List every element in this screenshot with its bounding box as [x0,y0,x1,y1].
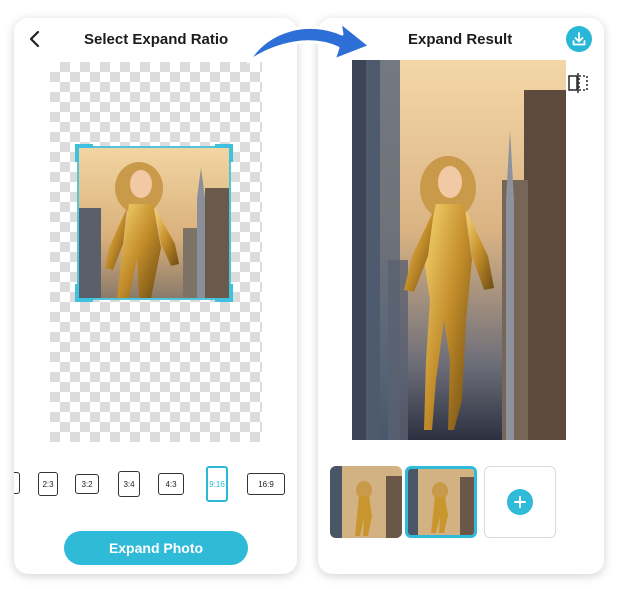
curved-arrow-icon [246,20,372,64]
add-circle [507,489,533,515]
result-thumbnail-2-selected[interactable] [405,466,477,538]
back-chevron-icon[interactable] [24,28,46,50]
expand-result-panel: Expand Result [318,18,604,574]
expand-photo-button[interactable]: Expand Photo [64,531,248,565]
thumbnail-image [408,469,474,535]
ratio-option-3-4[interactable]: 3:4 [118,471,140,497]
ratio-option-3-2[interactable]: 3:2 [75,474,99,494]
ratio-option-partial[interactable] [14,472,20,494]
source-image-frame[interactable] [75,144,233,302]
thumbnail-image [330,466,402,538]
download-button[interactable] [566,26,592,52]
page-title: Select Expand Ratio [84,31,229,48]
download-icon [572,32,586,46]
ratio-option-2-3[interactable]: 2:3 [38,472,58,496]
compare-icon[interactable] [566,72,590,94]
crop-handle-bottom-left[interactable] [75,284,93,302]
page-title: Expand Result [408,31,513,48]
superhero-image [79,148,229,298]
crop-handle-top-left[interactable] [75,144,93,162]
select-ratio-panel: Select Expand Ratio 2:3 3:2 3:4 4:3 9:16… [14,18,297,574]
crop-handle-top-right[interactable] [215,144,233,162]
ratio-option-16-9[interactable]: 16:9 [247,473,285,495]
crop-handle-bottom-right[interactable] [215,284,233,302]
add-image-button[interactable] [484,466,556,538]
ratio-option-9-16[interactable]: 9:16 [206,466,228,502]
expanded-superhero-image [352,60,566,440]
result-thumbnail-1[interactable] [330,466,402,538]
plus-icon [514,496,526,508]
expanded-result-image [352,60,566,440]
ratio-option-4-3[interactable]: 4:3 [158,473,184,495]
